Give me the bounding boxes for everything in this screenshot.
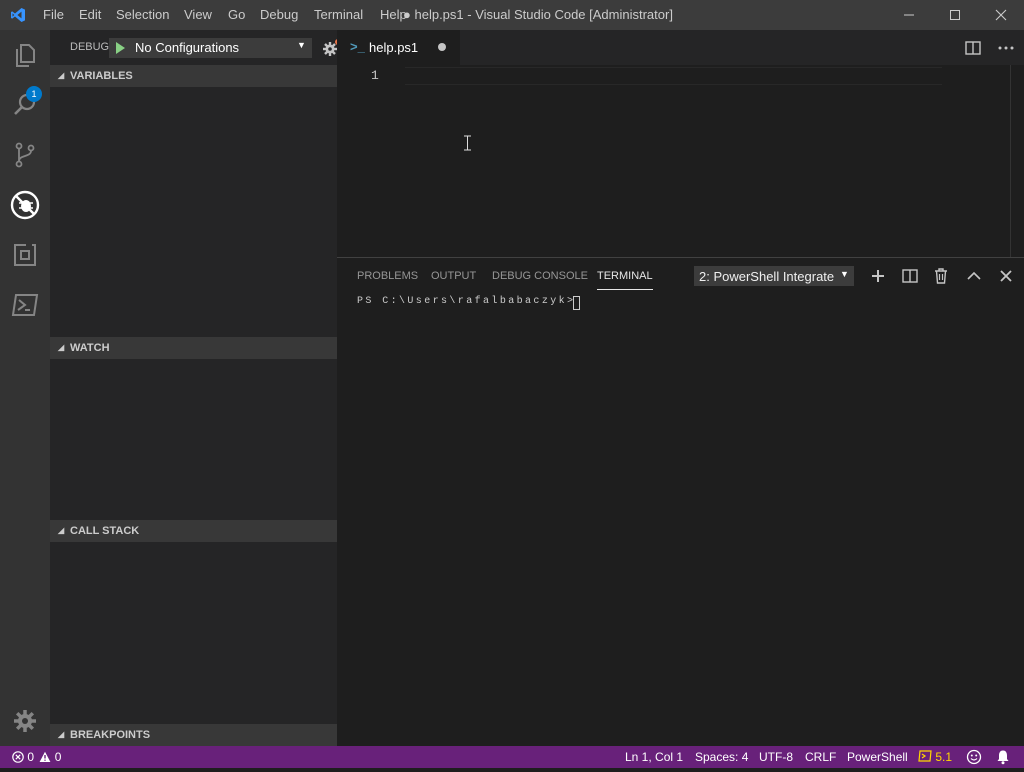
variables-section-header[interactable]: ◢ VARIABLES — [50, 65, 337, 87]
triangle-down-icon: ◢ — [58, 71, 65, 80]
terminal-area[interactable] — [357, 295, 1017, 735]
watch-label: WATCH — [70, 342, 110, 354]
text-cursor-icon — [464, 135, 471, 151]
ps-version: 5.1 — [935, 750, 953, 764]
close-icon — [1000, 270, 1012, 282]
error-count: 0 — [27, 750, 35, 764]
split-terminal-icon — [902, 269, 918, 283]
watch-section-header[interactable]: ◢ WATCH — [50, 337, 337, 359]
minimize-icon — [904, 14, 914, 16]
close-icon — [995, 9, 1007, 21]
new-terminal-button[interactable] — [869, 267, 887, 285]
activity-bar: 1 — [0, 30, 50, 746]
tab-terminal[interactable]: TERMINAL — [597, 268, 653, 290]
close-panel-button[interactable] — [997, 267, 1015, 285]
call-stack-section-header[interactable]: ◢ CALL STACK — [50, 520, 337, 542]
warning-icon — [39, 751, 51, 762]
chevron-down-icon: ▼ — [297, 40, 306, 50]
ellipsis-icon — [998, 46, 1014, 50]
powershell-icon — [918, 750, 932, 762]
kill-terminal-button[interactable] — [932, 267, 950, 285]
indentation-status[interactable]: Spaces: 4 — [695, 746, 748, 768]
maximize-panel-button[interactable] — [965, 267, 983, 285]
source-control-icon — [15, 142, 35, 168]
manage-button[interactable] — [0, 696, 50, 746]
files-icon — [16, 44, 35, 67]
debug-toolbar: DEBUG No Configurations ▼ — [50, 30, 369, 65]
bell-icon — [997, 750, 1009, 765]
current-line-highlight — [405, 67, 942, 85]
variables-label: VARIABLES — [70, 70, 133, 82]
debug-sidebar — [50, 30, 337, 746]
split-terminal-button[interactable] — [901, 267, 919, 285]
code-editor[interactable]: 1 — [337, 65, 1024, 257]
tab-debug-console[interactable]: DEBUG CONSOLE — [492, 268, 588, 290]
call-stack-label: CALL STACK — [70, 525, 140, 537]
explorer-button[interactable] — [0, 30, 50, 80]
editor-tab-help-ps1[interactable]: >_ help.ps1 — [337, 30, 460, 65]
cursor-position[interactable]: Ln 1, Col 1 — [625, 746, 683, 768]
split-editor-button[interactable] — [964, 39, 982, 57]
smiley-icon — [966, 749, 982, 765]
error-icon — [12, 751, 24, 763]
warning-count: 0 — [54, 750, 62, 764]
notifications-button[interactable] — [995, 749, 1011, 765]
play-icon — [116, 42, 125, 54]
title-bar: File Edit Selection View Go Debug Termin… — [0, 0, 1024, 30]
minimize-button[interactable] — [886, 0, 932, 30]
problems-status[interactable]: 0 0 — [12, 746, 61, 768]
encoding-status[interactable]: UTF-8 — [759, 746, 793, 768]
status-bar: 0 0 Ln 1, Col 1 Spaces: 4 UTF-8 CRLF Pow… — [0, 746, 1024, 768]
start-debugging-button[interactable] — [111, 38, 129, 58]
maximize-icon — [950, 10, 960, 20]
more-actions-button[interactable] — [996, 39, 1016, 57]
debug-config-select[interactable]: No Configurations — [130, 38, 267, 58]
breakpoints-section-header[interactable]: ◢ BREAKPOINTS — [50, 724, 337, 746]
tab-label: help.ps1 — [369, 40, 419, 55]
terminal-select-value: 2: PowerShell Integrate — [699, 269, 835, 284]
language-mode[interactable]: PowerShell — [847, 746, 908, 768]
terminal-select[interactable]: 2: PowerShell Integrate ▼ — [694, 266, 854, 286]
breakpoints-label: BREAKPOINTS — [70, 729, 151, 741]
debug-icon — [10, 190, 40, 220]
triangle-down-icon: ◢ — [58, 343, 65, 352]
source-control-button[interactable] — [0, 130, 50, 180]
tab-problems[interactable]: PROBLEMS — [357, 268, 418, 290]
powershell-file-icon: >_ — [350, 39, 365, 54]
feedback-button[interactable] — [966, 749, 982, 765]
powershell-icon — [11, 294, 39, 316]
close-window-button[interactable] — [978, 0, 1024, 30]
line-number: 1 — [371, 68, 379, 83]
triangle-down-icon: ◢ — [58, 526, 65, 535]
powershell-version-status[interactable]: 5.1 — [918, 746, 952, 768]
search-button[interactable] — [0, 80, 50, 130]
triangle-down-icon: ◢ — [58, 730, 65, 739]
explorer-badge: 1 — [26, 86, 42, 102]
powershell-button[interactable] — [0, 280, 50, 330]
trash-icon — [935, 268, 947, 284]
chevron-down-icon: ▼ — [840, 269, 849, 279]
plus-icon — [872, 270, 884, 282]
debug-title: DEBUG — [70, 41, 110, 53]
gear-icon — [14, 710, 36, 732]
maximize-button[interactable] — [932, 0, 978, 30]
debug-button[interactable] — [0, 180, 50, 230]
editor-scrollbar[interactable] — [1010, 65, 1024, 257]
tab-output[interactable]: OUTPUT — [431, 268, 476, 290]
unsaved-dot-icon[interactable] — [438, 43, 446, 51]
extensions-button[interactable] — [0, 230, 50, 280]
window-title: ● help.ps1 - Visual Studio Code [Adminis… — [403, 7, 673, 22]
split-editor-icon — [965, 41, 981, 55]
eol-status[interactable]: CRLF — [805, 746, 836, 768]
chevron-up-icon — [967, 271, 981, 280]
extensions-icon — [14, 243, 36, 266]
